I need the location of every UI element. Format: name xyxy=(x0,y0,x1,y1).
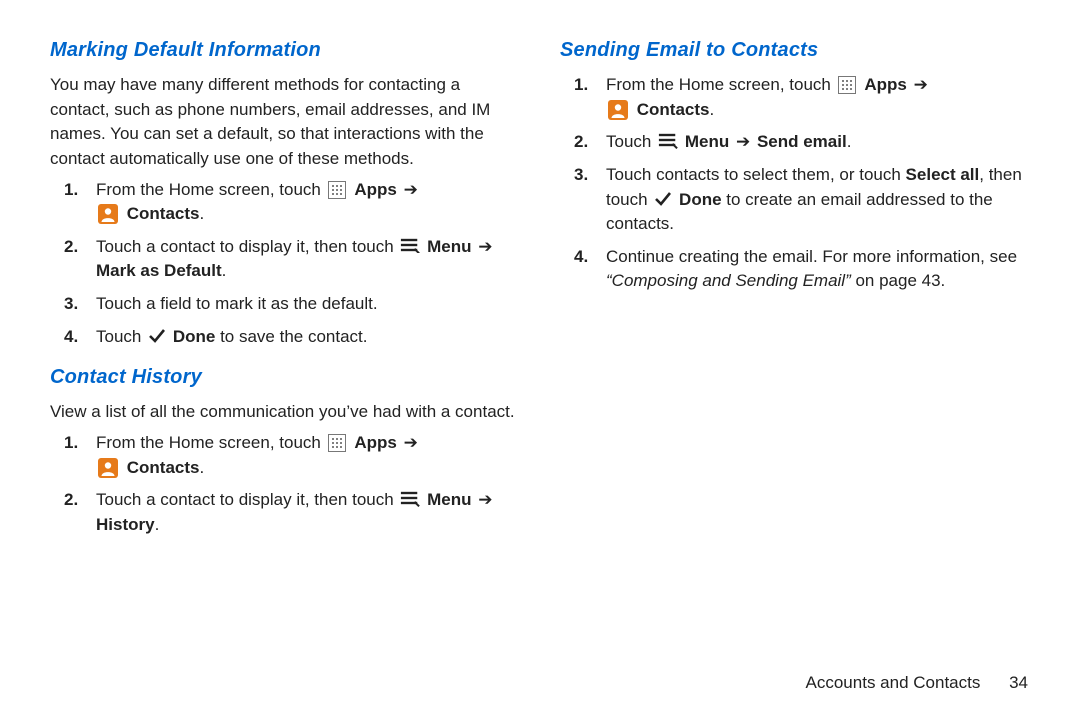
step-text: Continue creating the email. For more in… xyxy=(606,247,1017,266)
section-title-contact-history: Contact History xyxy=(50,363,522,392)
step-item: 3. Touch a field to mark it as the defau… xyxy=(50,292,522,317)
step-text: Touch a contact to display it, then touc… xyxy=(96,490,398,509)
step-text: Touch xyxy=(606,132,656,151)
arrow-icon: ➔ xyxy=(476,490,494,509)
step-suffix: . xyxy=(222,261,227,280)
step-text-post: on page 43. xyxy=(851,271,946,290)
step-item: 2. Touch Menu ➔ Send email. xyxy=(560,130,1032,155)
marking-default-steps: 1. From the Home screen, touch Apps ➔ Co… xyxy=(50,178,522,350)
step-number: 1. xyxy=(574,73,588,98)
apps-label: Apps xyxy=(864,75,907,94)
apps-grid-icon xyxy=(328,434,346,452)
contact-history-intro: View a list of all the communication you… xyxy=(50,400,522,425)
footer-page-number: 34 xyxy=(1009,673,1028,692)
menu-icon xyxy=(400,237,420,255)
section-title-sending-email: Sending Email to Contacts xyxy=(560,36,1032,65)
step-item: 4. Continue creating the email. For more… xyxy=(560,245,1032,294)
done-label: Done xyxy=(679,190,722,209)
step-text: From the Home screen, touch xyxy=(96,180,326,199)
select-all-label: Select all xyxy=(906,165,980,184)
menu-label: Menu xyxy=(427,490,471,509)
step-text: Touch contacts to select them, or touch xyxy=(606,165,906,184)
step-text: Touch a field to mark it as the default. xyxy=(96,294,378,313)
page-footer: Accounts and Contacts 34 xyxy=(806,671,1028,696)
apps-label: Apps xyxy=(354,433,397,452)
arrow-icon: ➔ xyxy=(402,180,420,199)
step-suffix: . xyxy=(847,132,852,151)
step-suffix: . xyxy=(199,458,204,477)
contacts-icon xyxy=(608,100,628,120)
step-number: 2. xyxy=(64,235,78,260)
step-suffix: . xyxy=(155,515,160,534)
left-column: Marking Default Information You may have… xyxy=(50,36,522,648)
contacts-label: Contacts xyxy=(127,204,200,223)
apps-label: Apps xyxy=(354,180,397,199)
page-body: Marking Default Information You may have… xyxy=(0,0,1080,660)
arrow-icon: ➔ xyxy=(476,237,494,256)
history-label: History xyxy=(96,515,155,534)
step-text: Touch a contact to display it, then touc… xyxy=(96,237,398,256)
step-number: 2. xyxy=(64,488,78,513)
step-item: 1. From the Home screen, touch Apps ➔ Co… xyxy=(50,431,522,480)
check-icon xyxy=(654,190,672,208)
contact-history-steps: 1. From the Home screen, touch Apps ➔ Co… xyxy=(50,431,522,538)
arrow-icon: ➔ xyxy=(912,75,930,94)
step-suffix: . xyxy=(199,204,204,223)
step-item: 1. From the Home screen, touch Apps ➔ Co… xyxy=(560,73,1032,122)
step-number: 3. xyxy=(64,292,78,317)
mark-as-default-label: Mark as Default xyxy=(96,261,222,280)
step-number: 3. xyxy=(574,163,588,188)
cross-reference: “Composing and Sending Email” xyxy=(606,271,851,290)
arrow-icon: ➔ xyxy=(402,433,420,452)
step-number: 1. xyxy=(64,178,78,203)
send-email-label: Send email xyxy=(757,132,847,151)
step-text-post: to save the contact. xyxy=(220,327,367,346)
done-label: Done xyxy=(173,327,216,346)
step-item: 2. Touch a contact to display it, then t… xyxy=(50,488,522,537)
menu-icon xyxy=(400,490,420,508)
contacts-label: Contacts xyxy=(637,100,710,119)
menu-label: Menu xyxy=(427,237,471,256)
menu-icon xyxy=(658,132,678,150)
step-text: From the Home screen, touch xyxy=(96,433,326,452)
step-number: 4. xyxy=(64,325,78,350)
step-text: Touch xyxy=(96,327,146,346)
contacts-icon xyxy=(98,458,118,478)
step-number: 1. xyxy=(64,431,78,456)
step-item: 3. Touch contacts to select them, or tou… xyxy=(560,163,1032,237)
step-text: From the Home screen, touch xyxy=(606,75,836,94)
arrow-icon: ➔ xyxy=(734,132,752,151)
step-number: 4. xyxy=(574,245,588,270)
step-item: 4. Touch Done to save the contact. xyxy=(50,325,522,350)
marking-default-intro: You may have many different methods for … xyxy=(50,73,522,172)
apps-grid-icon xyxy=(838,76,856,94)
footer-section-name: Accounts and Contacts xyxy=(806,673,981,692)
apps-grid-icon xyxy=(328,181,346,199)
contacts-icon xyxy=(98,204,118,224)
check-icon xyxy=(148,327,166,345)
step-item: 1. From the Home screen, touch Apps ➔ Co… xyxy=(50,178,522,227)
step-item: 2. Touch a contact to display it, then t… xyxy=(50,235,522,284)
step-suffix: . xyxy=(709,100,714,119)
menu-label: Menu xyxy=(685,132,729,151)
contacts-label: Contacts xyxy=(127,458,200,477)
right-column: Sending Email to Contacts 1. From the Ho… xyxy=(560,36,1032,648)
step-number: 2. xyxy=(574,130,588,155)
section-title-marking-default: Marking Default Information xyxy=(50,36,522,65)
sending-email-steps: 1. From the Home screen, touch Apps ➔ Co… xyxy=(560,73,1032,294)
